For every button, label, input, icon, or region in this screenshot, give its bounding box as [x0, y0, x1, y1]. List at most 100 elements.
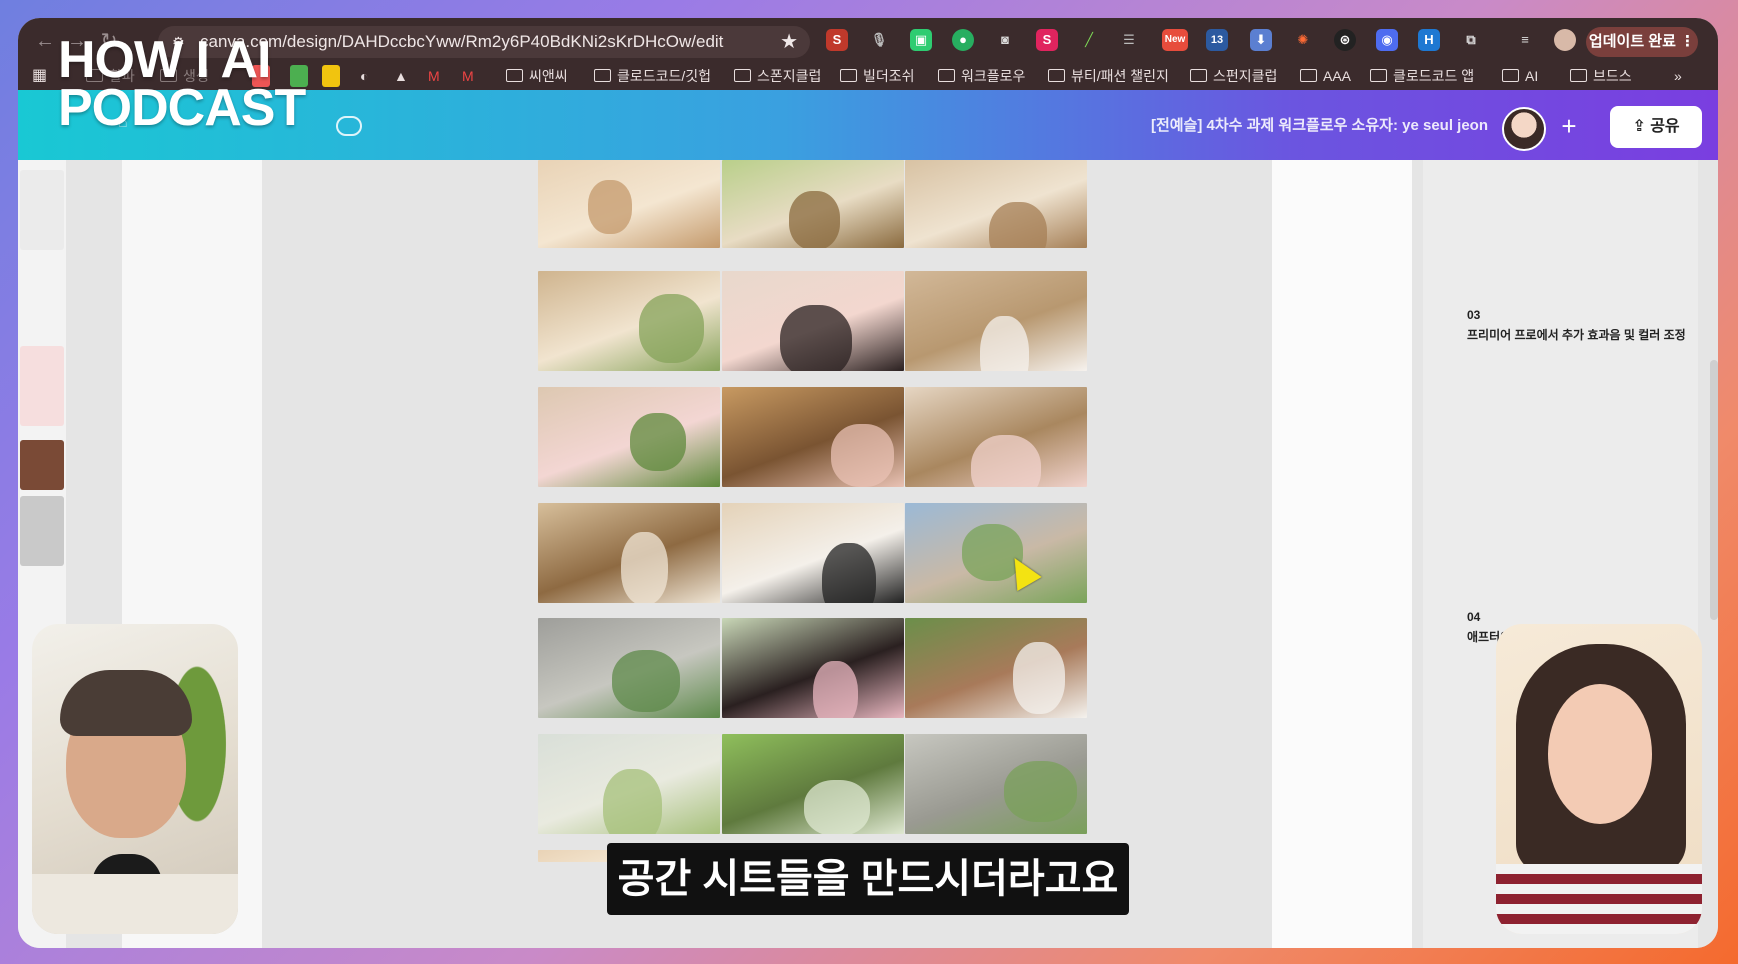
generated-image-woman-outdoor[interactable] [722, 618, 904, 718]
extension-icon[interactable]: ⊛ [1334, 29, 1356, 51]
bookmark-folder[interactable]: 클로드코드/깃헙 [594, 65, 711, 87]
back-icon[interactable]: ← [32, 28, 58, 54]
bookmark-label: 씨앤씨 [529, 68, 568, 84]
image-subject [1013, 642, 1065, 714]
image-subject [621, 532, 668, 603]
extension-icon[interactable]: S [826, 29, 848, 51]
generated-image-rug-sofa[interactable] [905, 160, 1087, 248]
update-button[interactable]: 업데이트 완료 ⋮ [1586, 27, 1698, 57]
microphone-icon[interactable]: 🎙 [868, 29, 890, 51]
generated-image-bicycle-wheel[interactable] [538, 618, 720, 718]
bookmark-folder[interactable]: 브드스 [1570, 65, 1632, 87]
generated-image-dog-outdoor[interactable] [905, 618, 1087, 718]
share-button[interactable]: ⇪ 공유 [1610, 106, 1702, 148]
image-subject [588, 180, 632, 234]
bookmark-folder[interactable]: AI [1502, 65, 1538, 87]
logo-line: PODCAST [58, 79, 306, 137]
generated-image-woman-with-dog[interactable] [905, 387, 1087, 487]
download-icon[interactable]: ⬇ [1250, 29, 1272, 51]
step-number: 04 [1467, 610, 1481, 624]
folder-icon [734, 69, 751, 82]
extension-icon[interactable]: H [1418, 29, 1440, 51]
bookmark-folder[interactable]: 워크플로우 [938, 65, 1025, 87]
bookmark-label: 빌더조쉬 [863, 68, 915, 84]
update-label: 업데이트 완료 [1588, 33, 1676, 50]
camera-icon[interactable]: ◙ [994, 29, 1016, 51]
count-badge-icon[interactable]: 13 [1206, 29, 1228, 51]
host-shirt [32, 874, 238, 934]
generated-image-apartments[interactable] [538, 734, 720, 834]
bookmark-folder[interactable]: 빌더조쉬 [840, 65, 915, 87]
profile-avatar[interactable] [1554, 29, 1576, 51]
generated-image-street-cyclist[interactable] [905, 503, 1087, 603]
scrollbar[interactable] [1710, 360, 1718, 620]
extension-icon[interactable]: ☰ [1118, 29, 1140, 51]
page-thumbnail[interactable] [20, 440, 64, 490]
bookmark-icon[interactable] [322, 65, 340, 87]
extension-icon[interactable]: ● [952, 29, 974, 51]
folder-icon [1570, 69, 1587, 82]
triangle-icon[interactable]: ▲ [394, 65, 408, 87]
subtitle-caption: 공간 시트들을 만드시더라고요 [607, 843, 1129, 915]
bookmark-label: 워크플로우 [961, 68, 1026, 84]
generated-image-living-room[interactable] [538, 271, 720, 371]
bookmark-folder[interactable]: 스폰지클럽 [734, 65, 821, 87]
bookmark-star-icon[interactable]: ★ [780, 26, 798, 58]
more-bookmarks-icon[interactable]: » [1674, 65, 1682, 87]
document-title[interactable]: [전예슬] 4차수 과제 워크플로우 소유자: ye seul jeon [1151, 114, 1488, 135]
image-subject [831, 424, 894, 487]
image-subject [822, 543, 876, 603]
image-subject [989, 202, 1047, 248]
bookmark-folder[interactable]: AAA [1300, 65, 1351, 87]
generated-image-street-wall[interactable] [905, 734, 1087, 834]
folder-icon [1190, 69, 1207, 82]
apps-grid-icon[interactable]: ▦ [32, 65, 47, 87]
collaborator-avatar[interactable] [1502, 107, 1546, 151]
puzzle-icon[interactable]: ⧉ [1460, 29, 1482, 51]
generated-image-empty-room[interactable] [538, 503, 720, 603]
image-subject [630, 413, 686, 471]
github-icon[interactable]: ◐ [360, 65, 368, 87]
extension-icon[interactable]: S [1036, 29, 1058, 51]
image-subject [612, 650, 680, 712]
folder-icon [840, 69, 857, 82]
bookmark-label: 클로드코드/깃헙 [617, 68, 712, 84]
gmail-icon[interactable]: M [428, 65, 440, 87]
extension-icon[interactable]: ▣ [910, 29, 932, 51]
bookmark-folder[interactable]: 씨앤씨 [506, 65, 568, 87]
bookmark-label: 브드스 [1593, 68, 1632, 84]
podcast-logo: HOW I AI PODCAST [58, 34, 306, 137]
add-collaborator-button[interactable]: + [1552, 109, 1586, 143]
generated-image-window-sill[interactable] [538, 160, 720, 248]
design-canvas[interactable]: 03 프리미어 프로에서 추가 효과음 및 컬러 조정 04 애프터이펙트 [18, 160, 1718, 948]
page-thumbnail[interactable] [20, 346, 64, 426]
extension-icon[interactable]: ◉ [1376, 29, 1398, 51]
bookmark-label: 뷰티/패션 챌린지 [1071, 68, 1169, 84]
generated-image-garden-window[interactable] [722, 160, 904, 248]
image-subject [1004, 761, 1077, 822]
step-text: 프리미어 프로에서 추가 효과음 및 컬러 조정 [1467, 328, 1686, 342]
new-badge-icon[interactable]: New [1162, 29, 1188, 51]
generated-image-woman-room[interactable] [722, 503, 904, 603]
cloud-saved-icon [336, 116, 362, 136]
feather-icon[interactable]: ╱ [1078, 29, 1100, 51]
media-icon[interactable]: ≡ [1514, 29, 1536, 51]
generated-image-dog-on-rug[interactable] [905, 271, 1087, 371]
guest-shirt [1496, 864, 1702, 934]
screen-frame: ← → ↻ ⚙ canva.com/design/DAHDccbcYww/Rm2… [18, 18, 1718, 948]
folder-icon [1502, 69, 1519, 82]
bookmark-folder[interactable]: 클로드코드 앱 [1370, 65, 1474, 87]
generated-image-woman-window[interactable] [538, 387, 720, 487]
page-thumbnail[interactable] [20, 496, 64, 566]
burst-icon[interactable]: ✺ [1292, 29, 1314, 51]
page-thumbnail[interactable] [20, 170, 64, 250]
bookmark-label: 스펀지클럽 [1213, 68, 1278, 84]
bookmark-folder[interactable]: 스펀지클럽 [1190, 65, 1277, 87]
bookmark-label: 스폰지클럽 [757, 68, 822, 84]
folder-icon [594, 69, 611, 82]
generated-image-park-trees[interactable] [722, 734, 904, 834]
generated-image-woman-waving[interactable] [722, 271, 904, 371]
gmail-icon[interactable]: M [462, 65, 474, 87]
generated-image-lunch-box[interactable] [722, 387, 904, 487]
bookmark-folder[interactable]: 뷰티/패션 챌린지 [1048, 65, 1169, 87]
